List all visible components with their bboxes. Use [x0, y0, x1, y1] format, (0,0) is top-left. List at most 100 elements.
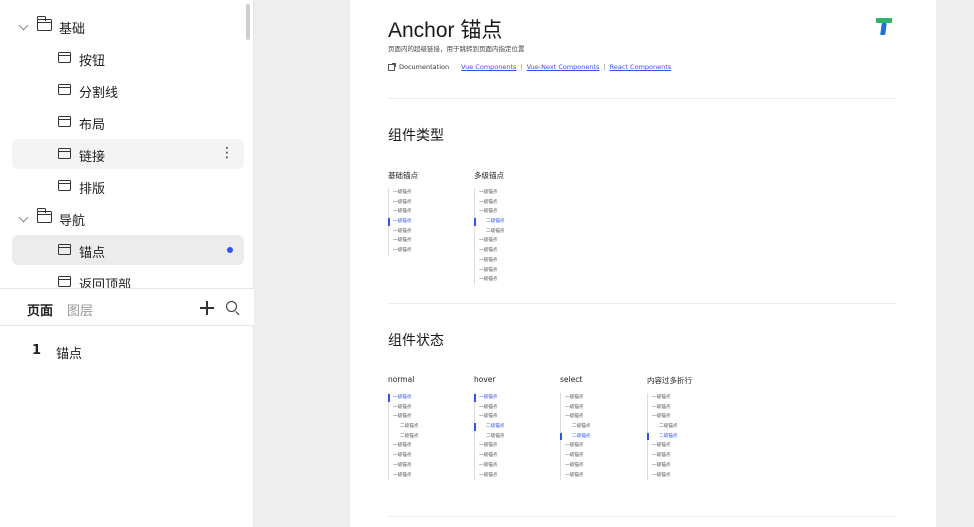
tree-label: 基础 — [59, 22, 86, 37]
anchor-link[interactable]: 一级锚点 — [475, 256, 504, 266]
anchor-link[interactable]: 一级锚点 — [561, 403, 590, 413]
tree-group[interactable]: 基础 — [12, 11, 244, 41]
anchor-link[interactable]: 一级锚点 — [389, 227, 411, 237]
chevron-down-icon[interactable] — [18, 20, 29, 31]
anchor-link[interactable]: 一级锚点 — [389, 207, 411, 217]
anchor-link[interactable]: 一级锚点 — [648, 412, 677, 422]
add-page-icon[interactable] — [200, 301, 214, 315]
anchor-link[interactable]: 一级锚点 — [475, 412, 504, 422]
anchor-list: 一级锚点 一级锚点 一级锚点 二级锚点 二级锚点 一级锚点 一级锚点 一级锚点 一级锚点 — [559, 393, 590, 481]
demo-label: 基础锚点 — [388, 171, 418, 180]
anchor-link[interactable]: 一级锚点 — [561, 471, 590, 481]
tree-item[interactable]: 按钮 — [12, 43, 244, 73]
tree-item[interactable]: 分割线 — [12, 75, 244, 105]
tab-layers[interactable]: 图层 — [67, 300, 93, 319]
anchor-link[interactable]: 一级锚点 — [389, 198, 411, 208]
anchor-link[interactable]: 一级锚点 — [475, 188, 504, 198]
tree-item[interactable]: 排版 — [12, 171, 244, 201]
demo-label: normal — [388, 375, 415, 384]
anchor-link[interactable]: 一级锚点 — [648, 461, 677, 471]
search-icon[interactable] — [226, 301, 237, 312]
tree-item[interactable]: 返回顶部 — [12, 267, 244, 288]
doc-links: Documentation Vue Components | Vue-Next … — [388, 62, 671, 72]
anchor-link[interactable]: 一级锚点 — [648, 451, 677, 461]
anchor-link[interactable]: 一级锚点 — [475, 246, 504, 256]
page-list-item[interactable]: 1 锚点 — [0, 338, 254, 364]
anchor-link[interactable]: 二级锚点 — [648, 422, 677, 432]
anchor-link[interactable]: 二级锚点 — [473, 217, 504, 227]
page-name: 锚点 — [56, 347, 83, 362]
vue-components-link[interactable]: Vue Components — [461, 63, 516, 71]
tree-group[interactable]: 导航 — [12, 203, 244, 233]
anchor-list: 一级锚点 一级锚点 一级锚点 一级锚点 一级锚点 一级锚点 一级锚点 — [387, 188, 411, 256]
page-number: 1 — [32, 343, 42, 358]
anchor-link[interactable]: 一级锚点 — [475, 471, 504, 481]
anchor-link[interactable]: 一级锚点 — [475, 207, 504, 217]
anchor-link[interactable]: 二级锚点 — [561, 422, 590, 432]
tree-item[interactable]: 链接 ⋮ — [12, 139, 244, 169]
anchor-link[interactable]: 一级锚点 — [561, 441, 590, 451]
anchor-link[interactable]: 一级锚点 — [389, 412, 418, 422]
design-canvas[interactable]: Anchor 锚点 页面内的超级链接，用于跳转到页面内指定位置 Document… — [254, 0, 974, 527]
anchor-link[interactable]: 一级锚点 — [475, 198, 504, 208]
tree-label: 返回顶部 — [79, 278, 132, 288]
anchor-list: 一级锚点 一级锚点 一级锚点 二级锚点 二级锚点 一级锚点 一级锚点 一级锚点 一级锚点 一级锚点 — [473, 188, 504, 285]
anchor-link[interactable]: 一级锚点 — [389, 236, 411, 246]
anchor-link[interactable]: 一级锚点 — [389, 471, 418, 481]
anchor-link[interactable]: 二级锚点 — [389, 432, 418, 442]
folder-icon — [36, 208, 52, 223]
anchor-link[interactable]: 二级锚点 — [475, 227, 504, 237]
tree-scrollbar[interactable] — [246, 4, 250, 40]
anchor-link[interactable]: 二级锚点 — [473, 422, 504, 432]
anchor-link[interactable]: 一级锚点 — [475, 403, 504, 413]
anchor-link[interactable]: 一级锚点 — [473, 393, 504, 403]
anchor-link[interactable]: 一级锚点 — [475, 266, 504, 276]
anchor-list: 一级锚点 一级锚点 一级锚点 二级锚点 二级锚点 一级锚点 一级锚点 一级锚点 一级锚点 — [387, 393, 418, 481]
selected-dot-icon — [227, 247, 233, 253]
anchor-link[interactable]: 一级锚点 — [475, 236, 504, 246]
anchor-link[interactable]: 二级锚点 — [646, 432, 677, 442]
pages-panel-header: 页面 图层 — [0, 288, 254, 326]
anchor-link[interactable]: 一级锚点 — [475, 461, 504, 471]
component-tree: 基础按钮 分割线布局链接 ⋮ 排版导航 锚点返回顶部 — [0, 0, 254, 288]
anchor-link[interactable]: 一级锚点 — [561, 412, 590, 422]
section-title-types: 组件类型 — [388, 128, 444, 144]
react-components-link[interactable]: React Components — [610, 63, 672, 71]
anchor-link[interactable]: 一级锚点 — [648, 393, 677, 403]
tree-label: 布局 — [79, 118, 106, 133]
anchor-link[interactable]: 一级锚点 — [389, 403, 418, 413]
anchor-link[interactable]: 二级锚点 — [389, 422, 418, 432]
documentation-link[interactable]: Documentation — [399, 63, 449, 71]
anchor-link[interactable]: 一级锚点 — [387, 393, 418, 403]
anchor-link[interactable]: 一级锚点 — [387, 217, 411, 227]
demo-label: select — [560, 375, 583, 384]
anchor-link[interactable]: 一级锚点 — [389, 188, 411, 198]
anchor-link[interactable]: 一级锚点 — [648, 441, 677, 451]
tree-item[interactable]: 锚点 — [12, 235, 244, 265]
anchor-link[interactable]: 一级锚点 — [475, 451, 504, 461]
tab-pages[interactable]: 页面 — [27, 300, 53, 319]
anchor-link[interactable]: 一级锚点 — [561, 461, 590, 471]
anchor-link[interactable]: 一级锚点 — [561, 393, 590, 403]
tree-label: 链接 — [79, 150, 106, 165]
anchor-link[interactable]: 一级锚点 — [389, 441, 418, 451]
tree-label: 排版 — [79, 182, 106, 197]
anchor-link[interactable]: 一级锚点 — [389, 461, 418, 471]
anchor-link[interactable]: 一级锚点 — [561, 451, 590, 461]
divider — [388, 516, 896, 517]
frame-icon — [58, 52, 71, 63]
anchor-link[interactable]: 一级锚点 — [648, 403, 677, 413]
anchor-list: 一级锚点 一级锚点 一级锚点 二级锚点 二级锚点 一级锚点 一级锚点 一级锚点 一级锚点 — [473, 393, 504, 481]
anchor-link[interactable]: 二级锚点 — [559, 432, 590, 442]
anchor-link[interactable]: 一级锚点 — [389, 451, 418, 461]
anchor-link[interactable]: 二级锚点 — [475, 432, 504, 442]
anchor-link[interactable]: 一级锚点 — [648, 471, 677, 481]
tree-item[interactable]: 布局 — [12, 107, 244, 137]
vue-next-components-link[interactable]: Vue-Next Components — [527, 63, 600, 71]
chevron-down-icon[interactable] — [18, 212, 29, 223]
demo-label: hover — [474, 375, 496, 384]
anchor-link[interactable]: 一级锚点 — [475, 441, 504, 451]
anchor-link[interactable]: 一级锚点 — [389, 246, 411, 256]
more-options-icon[interactable]: ⋮ — [220, 145, 234, 161]
anchor-link[interactable]: 一级锚点 — [475, 275, 504, 285]
